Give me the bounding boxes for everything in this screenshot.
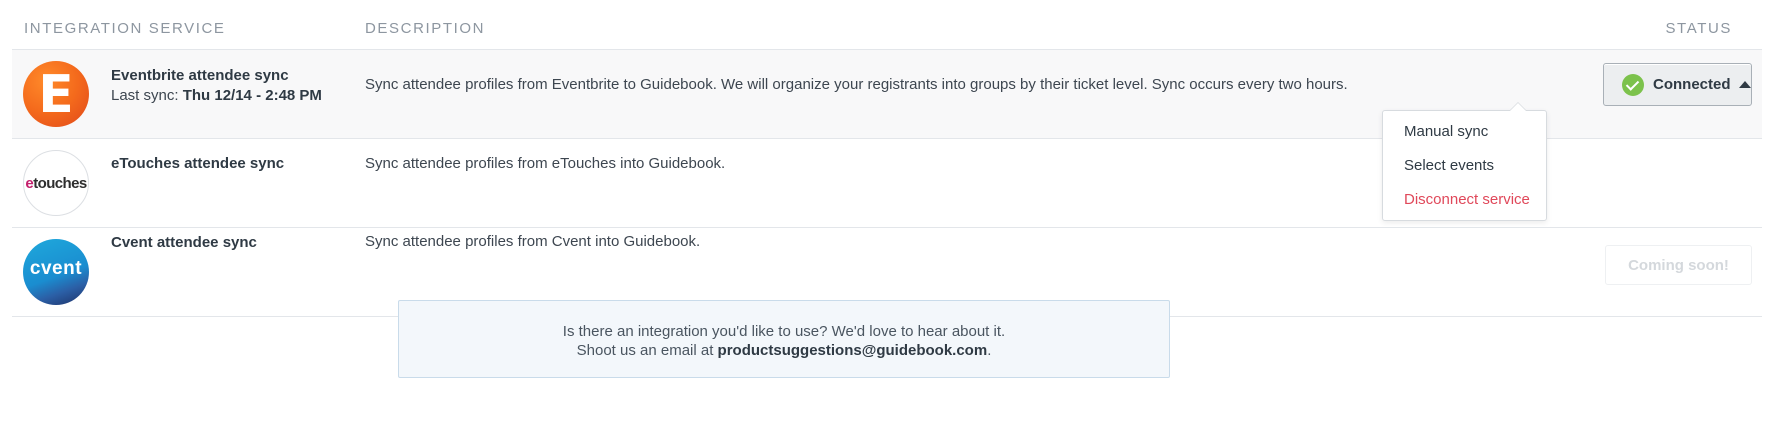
service-name: eTouches attendee sync xyxy=(111,155,285,172)
menu-item-select-events[interactable]: Select events xyxy=(1404,157,1494,174)
service-description: Sync attendee profiles from eTouches int… xyxy=(365,155,726,172)
header-integration-service: Integration Service xyxy=(24,20,226,37)
etouches-logo: e touches xyxy=(23,150,89,216)
menu-item-disconnect-service[interactable]: Disconnect service xyxy=(1404,191,1530,208)
service-name: Cvent attendee sync xyxy=(111,234,257,251)
status-label: Connected xyxy=(1653,76,1731,93)
caret-up-icon xyxy=(1738,81,1751,88)
table-header: Integration Service Description Status xyxy=(12,0,1762,50)
eventbrite-logo: E xyxy=(23,61,89,127)
suggestion-text: Is there an integration you'd like to us… xyxy=(562,323,1006,340)
suggestion-email-line: Shoot us an email at productsuggestions@… xyxy=(576,342,992,359)
last-sync-value: Thu 12/14 - 2:48 PM xyxy=(182,87,322,104)
coming-soon-badge: Coming soon! xyxy=(1605,245,1752,285)
last-sync: Last sync: Thu 12/14 - 2:48 PM xyxy=(111,87,322,104)
cvent-logo: cvent xyxy=(23,239,89,305)
email-link[interactable]: productsuggestions@guidebook.com xyxy=(718,342,988,359)
service-name: Eventbrite attendee sync xyxy=(111,67,289,84)
integration-suggestion-box: Is there an integration you'd like to us… xyxy=(398,300,1170,378)
last-sync-label: Last sync: xyxy=(111,87,179,104)
header-description: Description xyxy=(365,20,486,37)
check-circle-icon xyxy=(1622,73,1644,96)
service-description: Sync attendee profiles from Cvent into G… xyxy=(365,233,701,250)
service-description: Sync attendee profiles from Eventbrite t… xyxy=(365,76,1348,93)
header-status: Status xyxy=(1665,20,1732,37)
menu-item-manual-sync[interactable]: Manual sync xyxy=(1404,123,1488,140)
connected-status-button[interactable]: Connected xyxy=(1603,63,1752,106)
status-dropdown-menu: Manual sync Select events Disconnect ser… xyxy=(1382,102,1547,221)
